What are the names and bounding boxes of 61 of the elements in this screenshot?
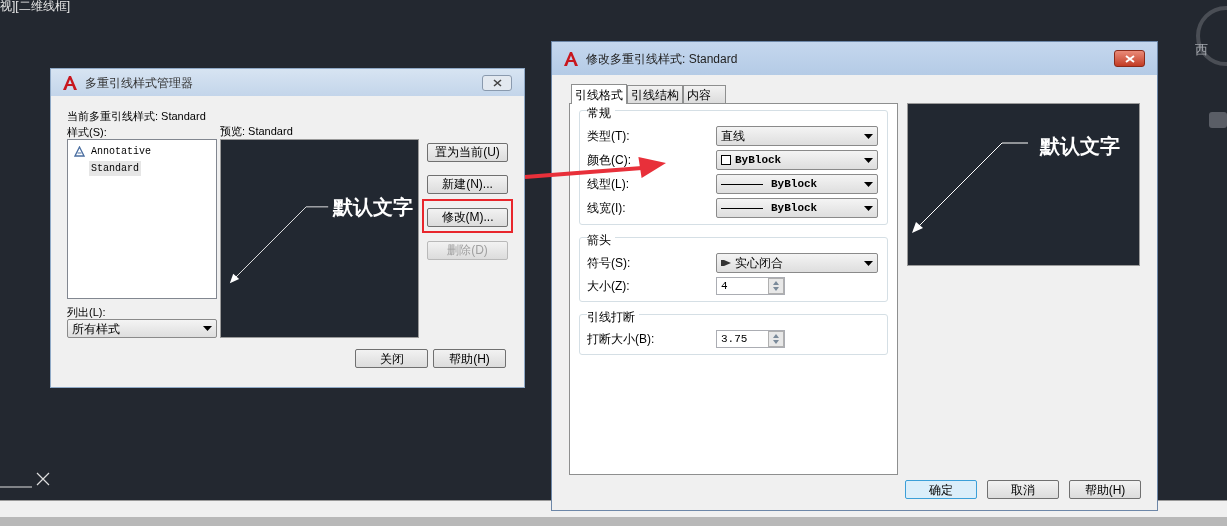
preview-label: 预览: Standard bbox=[220, 124, 294, 139]
field-label: 类型(T): bbox=[587, 128, 631, 145]
dialog-button[interactable]: 置为当前(U) bbox=[427, 142, 508, 162]
preview-text: 默认文字 bbox=[333, 194, 413, 221]
dialog-button[interactable]: 关闭 bbox=[355, 349, 428, 368]
group-title: 常规 bbox=[587, 104, 615, 122]
close-icon bbox=[1124, 54, 1135, 63]
dialog-button[interactable]: 确定 bbox=[905, 480, 977, 499]
field-label: 线型(L): bbox=[587, 176, 630, 193]
viewport-label[interactable]: 视][二维线框] bbox=[0, 0, 70, 15]
spinner-field[interactable]: 4 bbox=[716, 277, 785, 295]
tab[interactable]: 引线格式 bbox=[571, 84, 627, 104]
list-label: 列出(L): bbox=[67, 305, 107, 319]
style-item[interactable]: Standard bbox=[89, 161, 141, 176]
line-sample-icon bbox=[721, 182, 763, 186]
close-button[interactable] bbox=[482, 74, 512, 91]
window-title: 多重引线样式管理器 bbox=[85, 74, 194, 92]
field-label: 符号(S): bbox=[587, 255, 632, 272]
field-label: 颜色(C): bbox=[587, 152, 632, 169]
ucs-mark bbox=[1209, 112, 1227, 128]
caret-icon bbox=[864, 181, 873, 187]
caret-icon bbox=[864, 260, 873, 266]
field-label: 大小(Z): bbox=[587, 278, 631, 295]
group-title: 箭头 bbox=[587, 231, 615, 249]
dropdown[interactable]: 实心闭合 bbox=[716, 253, 878, 273]
dialog-button[interactable]: 新建(N)... bbox=[427, 174, 508, 194]
spinner-field[interactable]: 3.75 bbox=[716, 330, 785, 348]
preview-text: 默认文字 bbox=[1040, 133, 1120, 160]
line-sample-icon bbox=[721, 206, 763, 210]
dialog-button[interactable]: 修改(M)... bbox=[427, 207, 508, 227]
group-title: 引线打断 bbox=[587, 308, 639, 326]
compass-label: 西 bbox=[1195, 41, 1208, 59]
list-dropdown[interactable]: 所有样式 bbox=[67, 319, 217, 338]
tab[interactable]: 引线结构 bbox=[627, 85, 683, 103]
dropdown[interactable]: 直线 bbox=[716, 126, 878, 146]
logo-icon bbox=[63, 75, 77, 90]
current-style-label: 当前多重引线样式: Standard bbox=[67, 109, 207, 124]
spinner-arrows-icon bbox=[768, 331, 784, 347]
caret-icon bbox=[864, 205, 873, 211]
close-icon bbox=[492, 78, 502, 87]
window-title: 修改多重引线样式: Standard bbox=[586, 50, 739, 68]
field-label: 线宽(I): bbox=[587, 200, 627, 217]
color-swatch-icon bbox=[721, 155, 731, 165]
dropdown[interactable]: ByBlock bbox=[716, 174, 878, 194]
crosshair-cursor-icon bbox=[0, 470, 52, 488]
caret-icon bbox=[864, 157, 873, 163]
styles-label: 样式(S): bbox=[67, 125, 108, 139]
caret-icon bbox=[864, 133, 873, 139]
field-label: 打断大小(B): bbox=[587, 331, 656, 348]
dropdown[interactable]: ByBlock bbox=[716, 198, 878, 218]
logo-icon bbox=[564, 51, 578, 66]
dialog-button[interactable]: 帮助(H) bbox=[433, 349, 506, 368]
caret-icon bbox=[203, 326, 212, 331]
arrowhead-icon bbox=[721, 259, 731, 267]
dialog-button[interactable]: 帮助(H) bbox=[1069, 480, 1141, 499]
dialog-button[interactable]: 取消 bbox=[987, 480, 1059, 499]
close-button[interactable] bbox=[1114, 50, 1145, 67]
style-item[interactable]: Annotative bbox=[89, 144, 153, 159]
tab[interactable]: 内容 bbox=[683, 85, 726, 103]
spinner-arrows-icon bbox=[768, 278, 784, 294]
dropdown[interactable]: ByBlock bbox=[716, 150, 878, 170]
